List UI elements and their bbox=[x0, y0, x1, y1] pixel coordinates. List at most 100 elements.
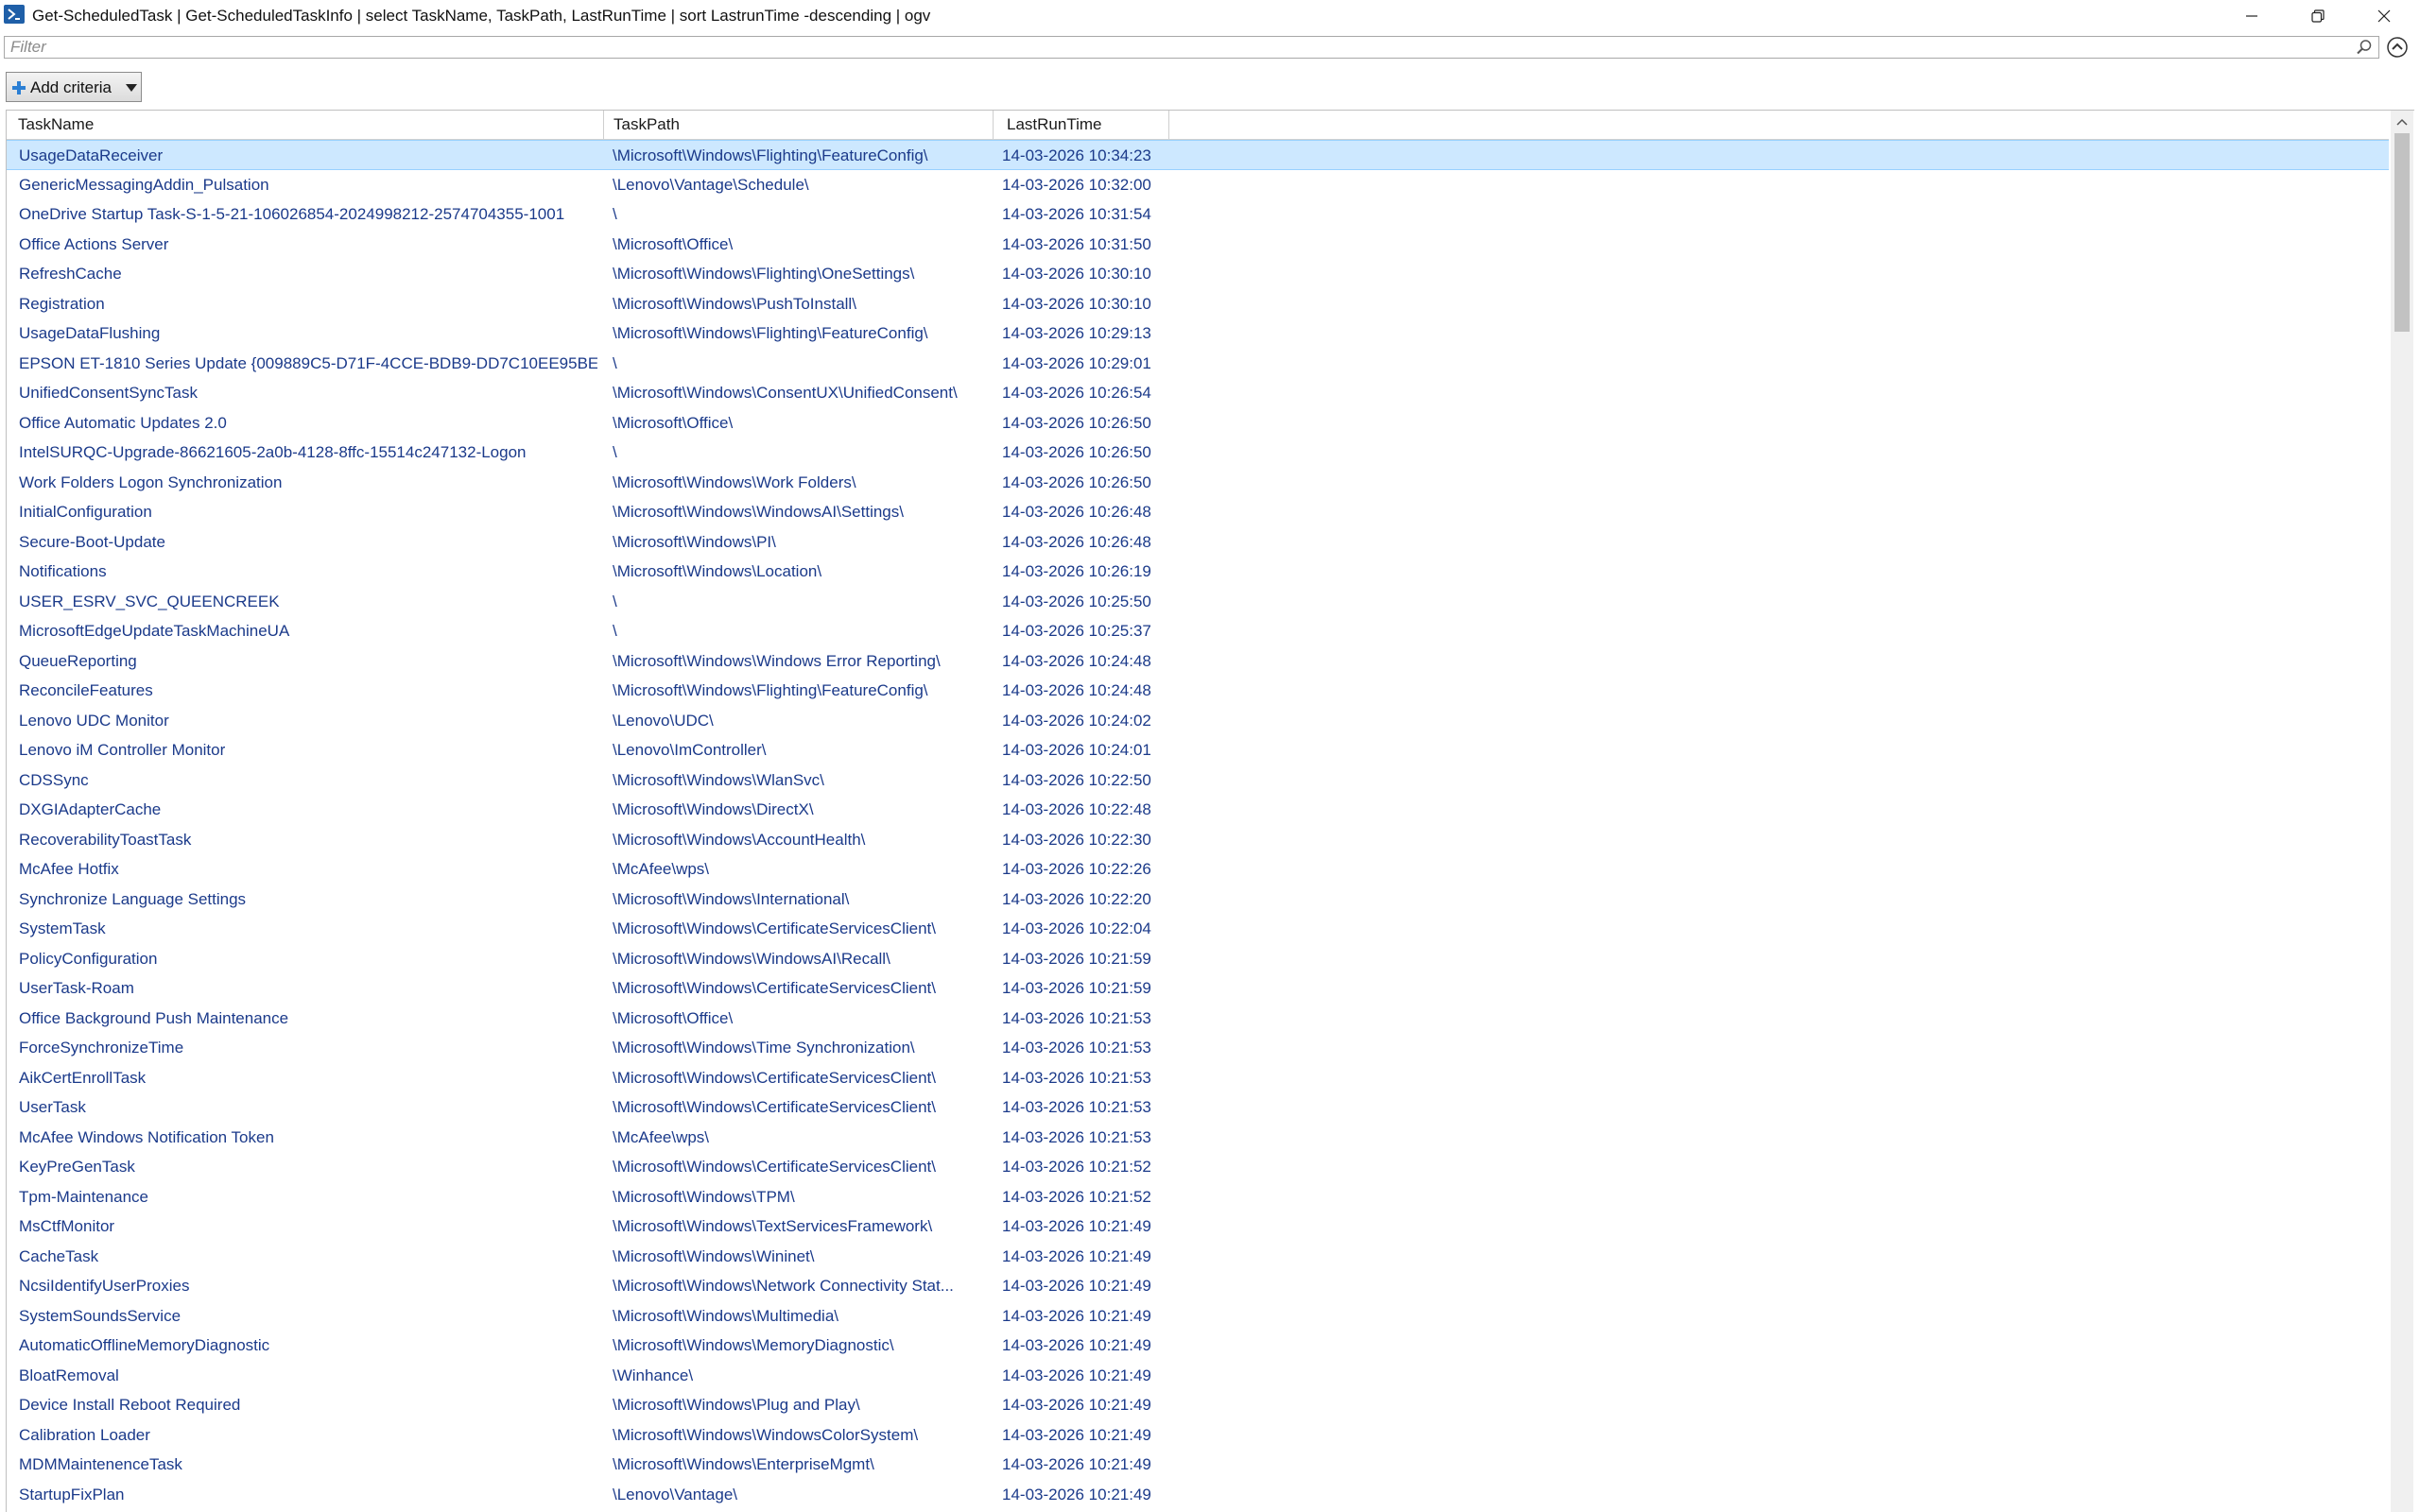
table-row[interactable]: McAfee Windows Notification Token \McAfee… bbox=[7, 1123, 2389, 1153]
table-row[interactable]: ForceSynchronizeTime \Microsoft\Windows\T… bbox=[7, 1033, 2389, 1063]
table-row[interactable]: CacheTask \Microsoft\Windows\Wininet\ 14-0… bbox=[7, 1242, 2389, 1272]
cell-taskname: DXGIAdapterCache bbox=[19, 800, 162, 818]
table-row[interactable]: SystemTask \Microsoft\Windows\Certificate… bbox=[7, 914, 2389, 944]
table-row[interactable]: NcsiIdentifyUserProxies \Microsoft\Window… bbox=[7, 1271, 2389, 1301]
cell-taskpath: \Microsoft\Windows\TextServicesFramework… bbox=[613, 1217, 933, 1235]
table-row[interactable]: UsageDataReceiver \Microsoft\Windows\Flig… bbox=[7, 140, 2389, 170]
table-row[interactable]: UsageDataFlushing \Microsoft\Windows\Flig… bbox=[7, 318, 2389, 349]
table-row[interactable]: Office Actions Server \Microsoft\Office\ 1… bbox=[7, 230, 2389, 260]
cell-taskname: KeyPreGenTask bbox=[19, 1158, 135, 1176]
table-row[interactable]: BloatRemoval \Winhance\ 14-03-2026 10:21:4… bbox=[7, 1361, 2389, 1391]
cell-lastruntime: 14-03-2026 10:34:23 bbox=[1002, 146, 1151, 164]
cell-taskpath: \Microsoft\Windows\TPM\ bbox=[613, 1187, 795, 1206]
table-row[interactable]: Office Automatic Updates 2.0 \Microsoft\O… bbox=[7, 408, 2389, 438]
cell-taskname: Device Install Reboot Required bbox=[19, 1396, 241, 1414]
table-row[interactable]: UnifiedConsentSyncTask \Microsoft\Windows… bbox=[7, 378, 2389, 408]
cell-taskpath: \Microsoft\Windows\WindowsAI\Settings\ bbox=[613, 503, 904, 521]
cell-taskpath: \McAfee\wps\ bbox=[613, 860, 710, 878]
table-row[interactable]: EPSON ET-1810 Series Update {009889C5-D7… bbox=[7, 349, 2389, 379]
cell-taskpath: \Microsoft\Windows\Location\ bbox=[613, 562, 822, 580]
cell-lastruntime: 14-03-2026 10:26:54 bbox=[1002, 384, 1151, 402]
vertical-scrollbar[interactable] bbox=[2391, 111, 2413, 1512]
table-row[interactable]: OneDrive Startup Task-S-1-5-21-106026854… bbox=[7, 199, 2389, 230]
cell-lastruntime: 14-03-2026 10:21:49 bbox=[1002, 1485, 1151, 1503]
results-grid: TaskName TaskPath LastRunTime UsageDataR… bbox=[6, 110, 2414, 1512]
chevron-up-icon[interactable] bbox=[2386, 36, 2409, 59]
close-button[interactable] bbox=[2352, 0, 2416, 32]
cell-lastruntime: 14-03-2026 10:26:50 bbox=[1002, 443, 1151, 461]
table-row[interactable]: Notifications \Microsoft\Windows\Location… bbox=[7, 557, 2389, 587]
minimize-button[interactable] bbox=[2220, 0, 2284, 32]
cell-taskpath: \Microsoft\Windows\AccountHealth\ bbox=[613, 830, 866, 849]
column-header-taskpath[interactable]: TaskPath bbox=[604, 111, 994, 139]
table-row[interactable]: Registration \Microsoft\Windows\PushToIns… bbox=[7, 289, 2389, 319]
scroll-up-icon[interactable] bbox=[2391, 111, 2413, 133]
scrollbar-thumb[interactable] bbox=[2394, 133, 2410, 332]
table-row[interactable]: UserTask \Microsoft\Windows\CertificateSe… bbox=[7, 1092, 2389, 1123]
cell-lastruntime: 14-03-2026 10:22:20 bbox=[1002, 889, 1151, 908]
cell-lastruntime: 14-03-2026 10:22:50 bbox=[1002, 770, 1151, 789]
cell-taskname: McAfee Hotfix bbox=[19, 860, 119, 878]
plus-icon bbox=[12, 81, 26, 94]
table-row[interactable]: StartupFixPlan \Lenovo\Vantage\ 14-03-2026… bbox=[7, 1480, 2389, 1510]
cell-taskpath: \Winhance\ bbox=[613, 1366, 694, 1384]
column-header-lastruntime[interactable]: LastRunTime bbox=[994, 111, 1169, 139]
cell-taskpath: \Lenovo\UDC\ bbox=[613, 711, 714, 730]
cell-taskname: Calibration Loader bbox=[19, 1425, 150, 1444]
table-row[interactable]: Synchronize Language Settings \Microsoft\… bbox=[7, 885, 2389, 915]
filter-box bbox=[4, 36, 2379, 59]
table-row[interactable]: PolicyConfiguration \Microsoft\Windows\Wi… bbox=[7, 944, 2389, 974]
title-bar[interactable]: Get-ScheduledTask | Get-ScheduledTaskInf… bbox=[0, 0, 2420, 32]
add-criteria-button[interactable]: Add criteria bbox=[6, 72, 142, 102]
table-row[interactable]: Calibration Loader \Microsoft\Windows\Win… bbox=[7, 1420, 2389, 1451]
caret-down-icon bbox=[126, 84, 137, 92]
column-header-taskname[interactable]: TaskName bbox=[7, 111, 604, 139]
table-row[interactable]: KeyPreGenTask \Microsoft\Windows\Certific… bbox=[7, 1152, 2389, 1182]
cell-taskname: NcsiIdentifyUserProxies bbox=[19, 1277, 190, 1295]
filter-input[interactable] bbox=[10, 39, 2336, 56]
table-row[interactable]: MicrosoftEdgeUpdateTaskMachineUA \ 14-03-2… bbox=[7, 616, 2389, 646]
table-row[interactable]: Lenovo UDC Monitor \Lenovo\UDC\ 14-03-2026… bbox=[7, 706, 2389, 736]
cell-taskpath: \Microsoft\Windows\Windows Error Reporti… bbox=[613, 651, 941, 670]
cell-taskpath: \Microsoft\Windows\Work Folders\ bbox=[613, 472, 856, 491]
table-row[interactable]: Office Background Push Maintenance \Micro… bbox=[7, 1004, 2389, 1034]
cell-taskpath: \Microsoft\Windows\CertificateServicesCl… bbox=[613, 1158, 936, 1176]
cell-lastruntime: 14-03-2026 10:25:37 bbox=[1002, 622, 1151, 640]
table-row[interactable]: RefreshCache \Microsoft\Windows\Flighting… bbox=[7, 259, 2389, 289]
table-row[interactable]: Work Folders Logon Synchronization \Micro… bbox=[7, 468, 2389, 498]
table-row[interactable]: MsCtfMonitor \Microsoft\Windows\TextServi… bbox=[7, 1211, 2389, 1242]
cell-taskpath: \Microsoft\Windows\Flighting\FeatureConf… bbox=[613, 681, 928, 699]
table-row[interactable]: SystemSoundsService \Microsoft\Windows\Mu… bbox=[7, 1301, 2389, 1332]
table-row[interactable]: IntelSURQC-Upgrade-86621605-2a0b-4128-8f… bbox=[7, 438, 2389, 468]
table-row[interactable]: Tpm-Maintenance \Microsoft\Windows\TPM\ 14… bbox=[7, 1182, 2389, 1212]
table-row[interactable]: AutomaticOfflineMemoryDiagnostic \Microso… bbox=[7, 1331, 2389, 1361]
cell-taskpath: \Microsoft\Windows\Network Connectivity … bbox=[613, 1277, 954, 1295]
table-row[interactable]: QueueReporting \Microsoft\Windows\Windows… bbox=[7, 646, 2389, 677]
cell-taskpath: \ bbox=[613, 353, 617, 372]
cell-taskname: UsageDataFlushing bbox=[19, 324, 161, 342]
table-row[interactable]: Secure-Boot-Update \Microsoft\Windows\PI\… bbox=[7, 527, 2389, 558]
table-row[interactable]: GenericMessagingAddin_Pulsation \Lenovo\V… bbox=[7, 170, 2389, 200]
table-row[interactable]: ReconcileFeatures \Microsoft\Windows\Flig… bbox=[7, 676, 2389, 706]
cell-taskpath: \Microsoft\Windows\CertificateServicesCl… bbox=[613, 979, 936, 997]
cell-lastruntime: 14-03-2026 10:21:53 bbox=[1002, 1098, 1151, 1116]
table-row[interactable]: UserTask-Roam \Microsoft\Windows\Certific… bbox=[7, 973, 2389, 1004]
cell-lastruntime: 14-03-2026 10:24:48 bbox=[1002, 681, 1151, 699]
cell-taskname: SystemSoundsService bbox=[19, 1306, 182, 1325]
table-row[interactable]: DXGIAdapterCache \Microsoft\Windows\Direc… bbox=[7, 795, 2389, 825]
table-row[interactable]: Lenovo iM Controller Monitor \Lenovo\ImCo… bbox=[7, 735, 2389, 765]
table-row[interactable]: USER_ESRV_SVC_QUEENCREEK \ 14-03-2026 10:2… bbox=[7, 587, 2389, 617]
cell-taskpath: \Microsoft\Windows\PI\ bbox=[613, 532, 776, 551]
search-icon[interactable] bbox=[2356, 39, 2373, 56]
table-row[interactable]: CDSSync \Microsoft\Windows\WlanSvc\ 14-03-… bbox=[7, 765, 2389, 796]
table-row[interactable]: MDMMaintenenceTask \Microsoft\Windows\Ent… bbox=[7, 1450, 2389, 1480]
table-row[interactable]: McAfee Hotfix \McAfee\wps\ 14-03-2026 10:2… bbox=[7, 854, 2389, 885]
cell-lastruntime: 14-03-2026 10:21:53 bbox=[1002, 1068, 1151, 1087]
restore-button[interactable] bbox=[2286, 0, 2350, 32]
table-row[interactable]: RecoverabilityToastTask \Microsoft\Window… bbox=[7, 825, 2389, 855]
table-row[interactable]: Device Install Reboot Required \Microsoft… bbox=[7, 1390, 2389, 1420]
table-row[interactable]: InitialConfiguration \Microsoft\Windows\W… bbox=[7, 497, 2389, 527]
cell-taskpath: \Microsoft\Windows\DirectX\ bbox=[613, 800, 814, 818]
cell-taskname: Notifications bbox=[19, 562, 107, 580]
table-row[interactable]: AikCertEnrollTask \Microsoft\Windows\Cert… bbox=[7, 1063, 2389, 1093]
